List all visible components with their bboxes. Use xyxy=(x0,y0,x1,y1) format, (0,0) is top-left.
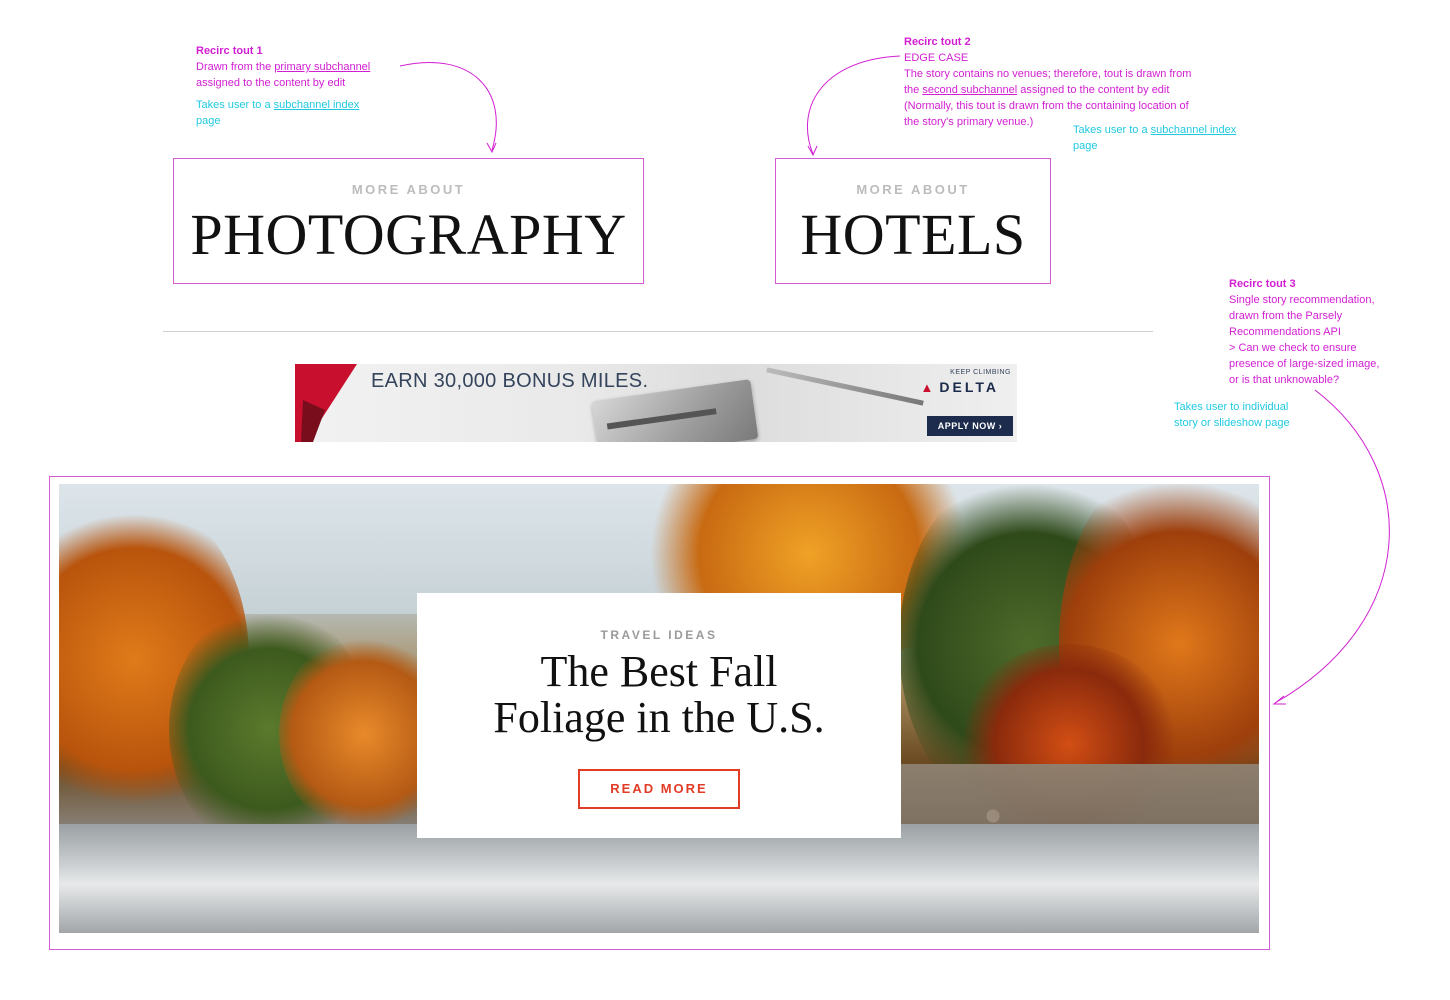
tout-eyebrow: MORE ABOUT xyxy=(856,182,970,197)
delta-logo: ▲ DELTA xyxy=(921,379,999,395)
story-title-line: The Best Fall xyxy=(540,647,778,696)
pen-image xyxy=(766,367,924,406)
arrowhead-tout-1 xyxy=(486,142,497,154)
read-more-button[interactable]: READ MORE xyxy=(578,769,740,809)
delta-widget-logo xyxy=(295,364,357,442)
section-divider xyxy=(163,331,1153,332)
river xyxy=(59,824,1259,933)
hero-story-card[interactable]: TRAVEL IDEAS The Best Fall Foliage in th… xyxy=(417,593,901,838)
story-title: The Best Fall Foliage in the U.S. xyxy=(437,649,881,741)
tout-label: HOTELS xyxy=(800,202,1026,267)
recirc-tout-hotels[interactable]: MORE ABOUT HOTELS xyxy=(775,158,1051,284)
recirc-tout-photography[interactable]: MORE ABOUT PHOTOGRAPHY xyxy=(173,158,644,284)
ad-headline: EARN 30,000 BONUS MILES. xyxy=(371,370,649,392)
apply-now-button[interactable]: APPLY NOW › xyxy=(927,416,1013,436)
ad-tagline: KEEP CLIMBING xyxy=(950,369,1011,376)
tout-label: PHOTOGRAPHY xyxy=(190,202,627,267)
arrowhead-tout-2 xyxy=(807,145,818,157)
delta-triangle-icon: ▲ xyxy=(920,380,937,395)
story-title-line: Foliage in the U.S. xyxy=(493,693,825,742)
ad-banner[interactable]: EARN 30,000 BONUS MILES. KEEP CLIMBING ▲… xyxy=(295,364,1017,442)
arrow-to-tout-1 xyxy=(399,61,497,151)
arrow-to-tout-2 xyxy=(806,55,901,155)
delta-brand-text: DELTA xyxy=(939,379,999,395)
arrow-to-tout-3 xyxy=(1274,389,1390,704)
tout-eyebrow: MORE ABOUT xyxy=(351,182,466,197)
story-eyebrow: TRAVEL IDEAS xyxy=(600,628,718,642)
